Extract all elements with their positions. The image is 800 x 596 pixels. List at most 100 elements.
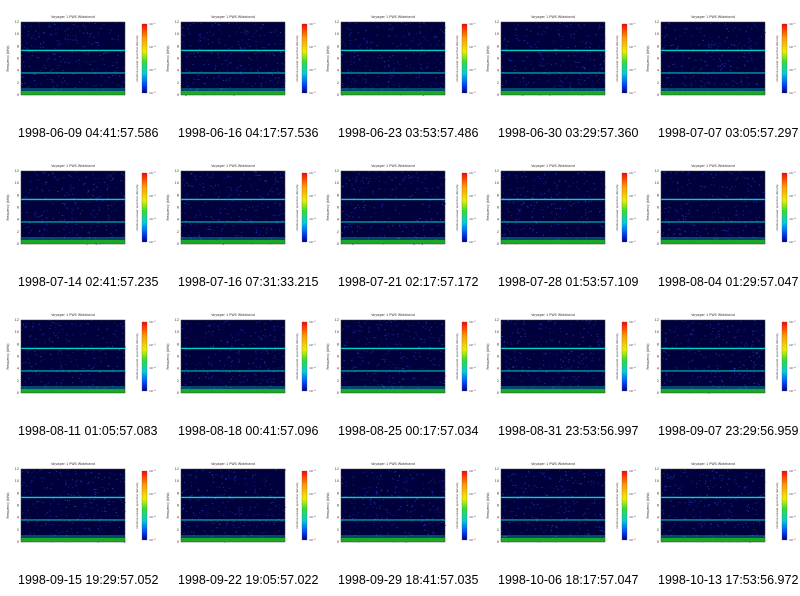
- speckle: [398, 183, 400, 185]
- speckle: [71, 219, 73, 220]
- speckle: [570, 26, 572, 28]
- speckle: [756, 382, 759, 384]
- spectrogram-thumbnail[interactable]: Voyager 1 PWS Wideband 12 10 8 6 4 2 0 Frequency…: [160, 149, 320, 269]
- spectrogram-thumbnail[interactable]: Voyager 1 PWS Wideband 12 10 8 6 4 2 0 Frequency…: [0, 298, 160, 418]
- speckle: [739, 29, 741, 31]
- speckle: [252, 474, 254, 476]
- speckle: [343, 227, 345, 229]
- colorbar-tick-label: 10⁻⁵: [789, 91, 796, 95]
- speckle: [587, 77, 589, 79]
- speckle: [255, 45, 257, 47]
- speckle: [711, 40, 713, 42]
- speckle: [31, 55, 33, 57]
- speckle: [251, 501, 253, 503]
- thumbnail-cell: Voyager 1 PWS Wideband 12 10 8 6 4 2 0 Frequency…: [480, 0, 640, 149]
- spectrogram-thumbnail[interactable]: Voyager 1 PWS Wideband 12 10 8 6 4 2 0 Frequency…: [640, 0, 800, 120]
- y-tick-label: 2: [177, 528, 179, 532]
- speckle: [266, 232, 268, 233]
- speckle: [55, 530, 57, 532]
- speckle: [556, 185, 558, 186]
- spectrogram-thumbnail[interactable]: Voyager 1 PWS Wideband 12 10 8 6 4 2 0 Frequency…: [320, 149, 480, 269]
- speckle: [576, 228, 578, 230]
- speckle: [710, 382, 712, 384]
- emission-line: [501, 198, 605, 201]
- speckle: [26, 212, 28, 213]
- speckle: [758, 340, 760, 342]
- speckle: [97, 528, 100, 530]
- speckle: [97, 225, 99, 227]
- speckle: [267, 382, 269, 383]
- speckle: [523, 39, 526, 41]
- speckle: [195, 482, 197, 484]
- speckle: [219, 382, 221, 384]
- spectrogram-thumbnail[interactable]: Voyager 1 PWS Wideband 12 10 8 6 4 2 0 Frequency…: [640, 298, 800, 418]
- speckle: [39, 231, 41, 233]
- spectrogram-thumbnail[interactable]: Voyager 1 PWS Wideband 12 10 8 6 4 2 0 Frequency…: [480, 149, 640, 269]
- speckle: [539, 64, 541, 66]
- y-tick-label: 0: [657, 242, 659, 246]
- speckle: [603, 22, 605, 24]
- speckle: [60, 383, 62, 385]
- speckle: [514, 351, 516, 353]
- colorbar-tick-label: 10⁻⁵: [309, 389, 316, 393]
- speckle: [730, 377, 732, 379]
- spectrogram-thumbnail[interactable]: Voyager 1 PWS Wideband 12 10 8 6 4 2 0 Frequency…: [640, 149, 800, 269]
- speckle: [364, 336, 366, 338]
- speckle: [120, 323, 122, 325]
- emission-line: [341, 347, 445, 350]
- speckle: [73, 187, 75, 189]
- spectrogram-thumbnail[interactable]: Voyager 1 PWS Wideband 12 10 8 6 4 2 0 Frequency…: [160, 447, 320, 567]
- spectrogram-thumbnail[interactable]: Voyager 1 PWS Wideband 12 10 8 6 4 2 0 Frequency…: [480, 298, 640, 418]
- speckle: [517, 70, 519, 72]
- speckle: [188, 526, 190, 527]
- spectrogram-thumbnail[interactable]: Voyager 1 PWS Wideband 12 10 8 6 4 2 0 Frequency…: [0, 0, 160, 120]
- speckle: [692, 328, 694, 330]
- speckle: [413, 219, 415, 220]
- speckle: [343, 372, 345, 374]
- speckle: [255, 174, 257, 176]
- speckle: [185, 349, 187, 351]
- noise-floor: [21, 389, 125, 393]
- colorbar-tick-label: 10⁻²: [789, 320, 796, 324]
- spectrogram-thumbnail[interactable]: Voyager 1 PWS Wideband 12 10 8 6 4 2 0 Frequency…: [0, 447, 160, 567]
- spectrogram-thumbnail[interactable]: Voyager 1 PWS Wideband 12 10 8 6 4 2 0 Frequency…: [160, 0, 320, 120]
- speckle: [688, 172, 690, 174]
- noise-floor: [21, 91, 125, 95]
- spectrogram-thumbnail[interactable]: Voyager 1 PWS Wideband 12 10 8 6 4 2 0 Frequency…: [480, 0, 640, 120]
- speckle: [574, 45, 576, 47]
- speckle: [423, 228, 425, 230]
- speckle: [274, 172, 276, 174]
- speckle: [281, 205, 283, 207]
- speckle: [713, 184, 715, 186]
- speckle: [65, 234, 67, 236]
- speckle: [506, 360, 508, 362]
- speckle: [58, 230, 60, 232]
- speckle: [744, 225, 747, 227]
- spectrogram-thumbnail[interactable]: Voyager 1 PWS Wideband 12 10 8 6 4 2 0 Frequency…: [320, 0, 480, 120]
- speckle: [109, 472, 111, 474]
- speckle: [181, 224, 183, 226]
- y-tick-label: 8: [657, 193, 659, 197]
- spectrogram-thumbnail[interactable]: Voyager 1 PWS Wideband 12 10 8 6 4 2 0 Frequency…: [0, 149, 160, 269]
- speckle: [509, 233, 511, 235]
- spectrogram-thumbnail[interactable]: Voyager 1 PWS Wideband 12 10 8 6 4 2 0 Frequency…: [160, 298, 320, 418]
- speckle: [216, 494, 218, 496]
- speckle: [256, 52, 258, 54]
- speckle: [583, 69, 585, 71]
- speckle: [72, 333, 74, 335]
- thumbnail-caption: 1998-08-18 00:41:57.096: [178, 424, 319, 438]
- speckle: [44, 171, 46, 173]
- speckle: [434, 357, 437, 359]
- speckle: [755, 25, 757, 27]
- spectrogram-thumbnail[interactable]: Voyager 1 PWS Wideband 12 10 8 6 4 2 0 Frequency…: [320, 298, 480, 418]
- y-tick-label: 2: [337, 81, 339, 85]
- speckle: [681, 70, 683, 71]
- speckle: [79, 213, 81, 215]
- speckle: [86, 349, 88, 351]
- speckle: [726, 59, 728, 61]
- emission-line: [21, 347, 125, 350]
- speckle: [740, 321, 742, 323]
- speckle: [528, 366, 530, 368]
- colorbar: [621, 23, 628, 94]
- speckle: [508, 202, 510, 204]
